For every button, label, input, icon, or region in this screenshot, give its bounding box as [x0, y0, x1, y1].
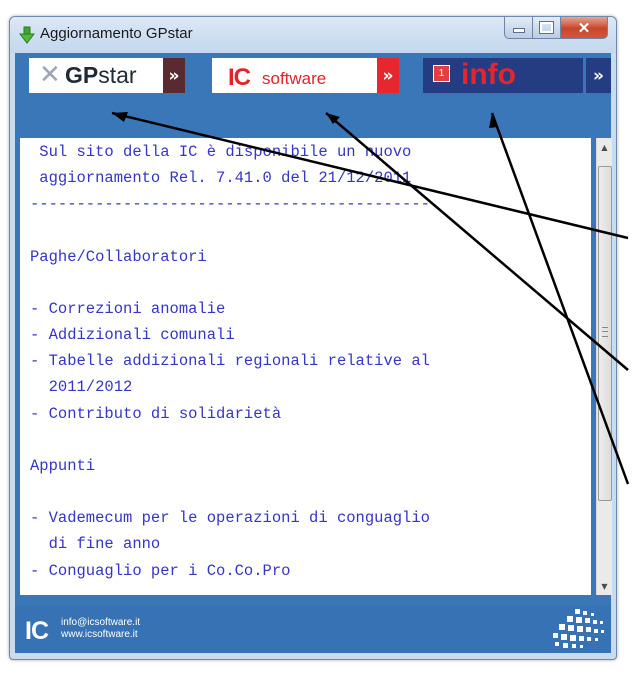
scroll-down-arrow-icon[interactable]: ▼ [597, 577, 612, 595]
scrollbar-thumb[interactable] [598, 166, 612, 501]
tab-info[interactable]: 1 info [423, 58, 583, 93]
text-line: aggiornamento Rel. 7.41.0 del 21/12/2011 [30, 169, 412, 187]
text-line: Paghe/Collaboratori [30, 248, 207, 266]
close-icon: ✕ [577, 19, 591, 37]
content-panel: Sul sito della IC è disponibile un nuovo… [15, 93, 612, 605]
window-controls: ✕ [504, 17, 608, 39]
grip-icon [602, 327, 608, 337]
footer-email[interactable]: info@icsoftware.it [61, 617, 140, 628]
tab-gpstar[interactable]: ✕ GPstar [29, 58, 163, 93]
maximize-icon [539, 21, 554, 34]
vertical-scrollbar[interactable]: ▲ ▼ [596, 138, 612, 595]
close-button[interactable]: ✕ [561, 17, 608, 39]
scroll-up-arrow-icon[interactable]: ▲ [597, 138, 612, 156]
text-line: Sul sito della IC è disponibile un nuovo [30, 143, 412, 161]
text-line: di fine anno [30, 535, 161, 553]
text-line: - Correzioni anomalie [30, 300, 226, 318]
tab-icsoftware[interactable]: IC software [212, 58, 377, 93]
text-line: Appunti [30, 457, 96, 475]
minimize-button[interactable] [504, 17, 533, 39]
text-line: 2011/2012 [30, 378, 133, 396]
info-label: info [461, 58, 516, 91]
header-banner: ✕ GPstar » IC software » 1 info » [15, 53, 611, 93]
window-title: Aggiornamento GPstar [40, 25, 193, 42]
maximize-button[interactable] [533, 17, 561, 39]
download-arrow-icon [19, 26, 35, 44]
text-line: - Contributo di solidarietà [30, 405, 282, 423]
update-window: Aggiornamento GPstar ✕ ✕ GPstar » IC sof… [9, 16, 617, 660]
ic-logo: IC [228, 64, 251, 91]
text-line: - Addizionali comunali [30, 326, 235, 344]
title-bar[interactable]: Aggiornamento GPstar ✕ [10, 17, 616, 53]
icsoftware-chevron-icon[interactable]: » [377, 58, 399, 93]
icsoftware-label: software [262, 69, 327, 88]
dot-pattern-icon [553, 609, 604, 648]
minimize-icon [512, 28, 525, 33]
gpstar-chevron-icon[interactable]: » [163, 58, 185, 93]
text-line: ----------------------------------------… [30, 195, 430, 213]
footer-website[interactable]: www.icsoftware.it [61, 629, 138, 640]
gpstar-logo: GPstar [65, 62, 137, 88]
info-badge: 1 [433, 65, 450, 82]
update-notes-text[interactable]: Sul sito della IC è disponibile un nuovo… [20, 138, 591, 595]
footer-bar: IC info@icsoftware.it www.icsoftware.it [15, 605, 611, 653]
footer-ic-logo: IC [25, 617, 49, 645]
text-line: - Tabelle addizionali regionali relative… [30, 352, 430, 370]
info-chevron-icon[interactable]: » [586, 58, 611, 93]
text-line: - Vademecum per le operazioni di conguag… [30, 509, 430, 527]
text-line: - Conguaglio per i Co.Co.Pro [30, 562, 291, 580]
gpstar-x-logo-icon: ✕ [39, 60, 61, 90]
